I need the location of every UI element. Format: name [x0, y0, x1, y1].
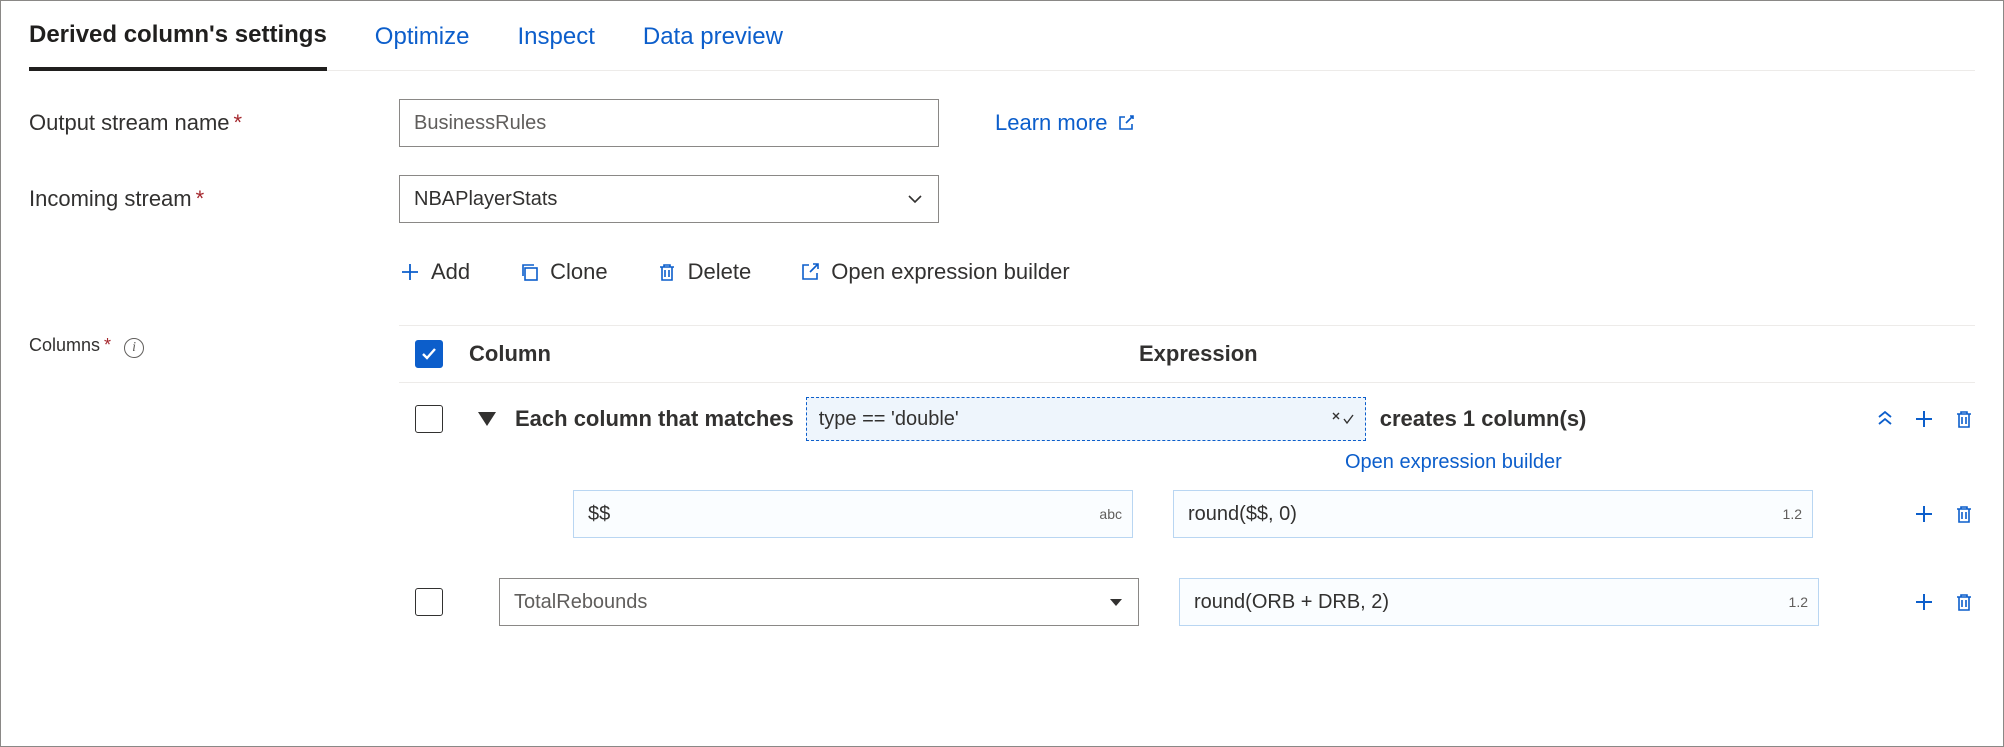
clear-validate-icon[interactable] — [1331, 411, 1355, 427]
external-link-icon — [1116, 113, 1136, 133]
output-stream-input[interactable] — [399, 99, 939, 147]
columns-toolbar: Add Clone Delete Open expression builder — [399, 259, 1070, 285]
open-expression-builder-link[interactable]: Open expression builder — [1345, 451, 1975, 474]
plus-icon[interactable] — [1913, 591, 1935, 613]
tab-settings[interactable]: Derived column's settings — [29, 21, 327, 71]
incoming-stream-select[interactable]: NBAPlayerStats — [399, 175, 939, 223]
columns-label: Columns* i — [29, 325, 399, 358]
pattern-suffix: creates 1 column(s) — [1380, 406, 1587, 432]
info-icon[interactable]: i — [124, 338, 144, 358]
plus-icon — [399, 261, 421, 283]
columns-table-header: Column Expression — [399, 325, 1975, 383]
caret-down-icon — [1108, 594, 1124, 610]
open-expression-builder-button[interactable]: Open expression builder — [799, 259, 1069, 285]
pattern-expression-row: $$ abc round($$, 0) 1.2 — [399, 482, 1975, 546]
learn-more-link[interactable]: Learn more — [995, 110, 1136, 136]
clone-button[interactable]: Clone — [518, 259, 607, 285]
incoming-stream-label: Incoming stream* — [29, 186, 399, 212]
column-name-select[interactable]: TotalRebounds — [499, 578, 1139, 626]
expression-input[interactable]: round($$, 0) 1.2 — [1173, 490, 1813, 538]
row-checkbox[interactable] — [415, 588, 443, 616]
chevron-down-icon — [906, 190, 924, 208]
trash-icon[interactable] — [1953, 503, 1975, 525]
expand-icon[interactable] — [478, 412, 496, 426]
plus-icon[interactable] — [1913, 503, 1935, 525]
trash-icon — [656, 261, 678, 283]
delete-button[interactable]: Delete — [656, 259, 752, 285]
column-pattern-row: Each column that matches type == 'double… — [399, 383, 1975, 455]
row-checkbox[interactable] — [415, 405, 443, 433]
plus-icon[interactable] — [1913, 408, 1935, 430]
add-button[interactable]: Add — [399, 259, 470, 285]
tab-inspect[interactable]: Inspect — [517, 23, 594, 69]
type-badge-abc: abc — [1099, 506, 1122, 522]
expression-input[interactable]: round(ORB + DRB, 2) 1.2 — [1179, 578, 1819, 626]
external-link-icon — [799, 261, 821, 283]
output-stream-label: Output stream name* — [29, 110, 399, 136]
trash-icon[interactable] — [1953, 591, 1975, 613]
column-header-expression: Expression — [1099, 341, 1975, 367]
collapse-icon[interactable] — [1875, 409, 1895, 429]
column-name-input[interactable]: $$ abc — [573, 490, 1133, 538]
select-all-checkbox[interactable] — [415, 340, 443, 368]
pattern-prefix: Each column that matches — [515, 406, 794, 432]
trash-icon[interactable] — [1953, 408, 1975, 430]
type-badge-number: 1.2 — [1789, 594, 1808, 610]
column-header-column: Column — [459, 341, 1099, 367]
pattern-condition-input[interactable]: type == 'double' — [806, 397, 1366, 441]
tab-optimize[interactable]: Optimize — [375, 23, 470, 69]
tabs-bar: Derived column's settings Optimize Inspe… — [29, 1, 1975, 71]
copy-icon — [518, 261, 540, 283]
type-badge-number: 1.2 — [1783, 506, 1802, 522]
column-row: TotalRebounds round(ORB + DRB, 2) 1.2 — [399, 564, 1975, 640]
tab-data-preview[interactable]: Data preview — [643, 23, 783, 69]
